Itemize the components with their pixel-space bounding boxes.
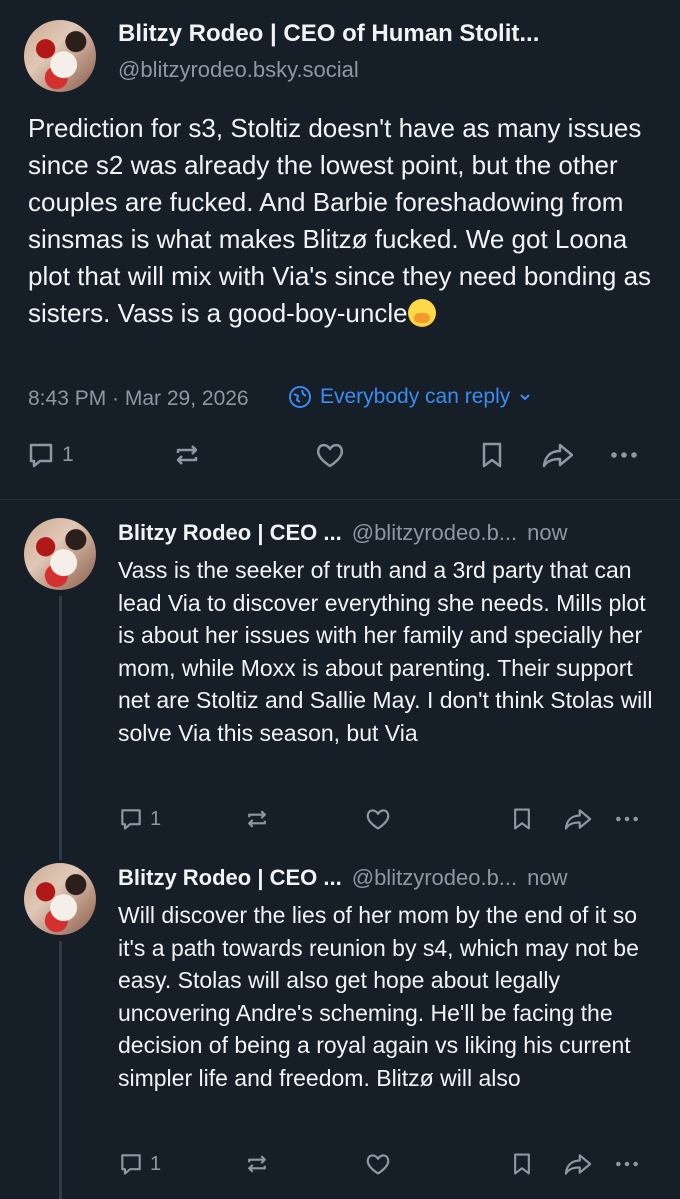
like-button[interactable]: [364, 806, 392, 832]
reply-time: now: [527, 865, 568, 890]
reply-text: Vass is the seeker of truth and a 3rd pa…: [118, 557, 653, 746]
post-actions: 1: [0, 440, 680, 480]
repost-button[interactable]: [244, 806, 270, 832]
bookmark-icon: [514, 1153, 530, 1175]
share-icon: [542, 443, 574, 468]
share-button[interactable]: [562, 806, 594, 832]
share-icon: [564, 1154, 592, 1175]
bookmark-icon: [482, 442, 502, 468]
more-options-button[interactable]: [612, 1151, 642, 1177]
reply-header: Blitzy Rodeo | CEO ... @blitzyrodeo.b... n…: [118, 520, 568, 546]
reply-count: 1: [150, 1152, 162, 1175]
reply-actions: 1: [0, 1151, 680, 1191]
reply-post: Blitzy Rodeo | CEO ... @blitzyrodeo.b... n…: [0, 518, 680, 860]
globe-icon: [289, 386, 311, 408]
repost-button[interactable]: [172, 440, 202, 470]
post-timestamp: 8:43 PM · Mar 29, 2026: [28, 387, 249, 410]
author-handle[interactable]: @blitzyrodeo.b...: [352, 520, 517, 545]
reply-button[interactable]: 1: [26, 440, 74, 470]
share-icon: [564, 809, 592, 830]
reply-icon: [121, 809, 141, 830]
more-options-button[interactable]: [612, 806, 642, 832]
bookmark-icon: [514, 808, 530, 830]
more-icon: [616, 1161, 638, 1167]
post-thread: Blitzy Rodeo | CEO of Human Stolit... @b…: [0, 0, 680, 1199]
bookmark-button[interactable]: [478, 440, 506, 470]
bookmark-button[interactable]: [510, 1151, 534, 1177]
avatar[interactable]: [24, 20, 96, 92]
heart-icon: [366, 809, 390, 830]
hand-over-mouth-emoji-icon: [407, 299, 436, 327]
reply-count: 1: [150, 807, 162, 830]
main-post: Blitzy Rodeo | CEO of Human Stolit... @b…: [0, 0, 680, 500]
author-name[interactable]: Blitzy Rodeo | CEO ...: [118, 520, 342, 545]
reply-actions: 1: [0, 806, 680, 846]
heart-icon: [316, 443, 344, 468]
reply-post: Blitzy Rodeo | CEO ... @blitzyrodeo.b... n…: [0, 863, 680, 1199]
reply-text: Will discover the lies of her mom by the…: [118, 902, 639, 1091]
repost-icon: [176, 445, 198, 465]
reply-setting-button[interactable]: Everybody can reply: [288, 385, 532, 409]
reply-button[interactable]: 1: [118, 1151, 161, 1177]
bookmark-button[interactable]: [510, 806, 534, 832]
more-options-button[interactable]: [608, 440, 640, 470]
reply-icon: [121, 1154, 141, 1175]
reply-header: Blitzy Rodeo | CEO ... @blitzyrodeo.b... n…: [118, 865, 568, 891]
more-icon: [616, 816, 638, 822]
reply-time: now: [527, 520, 568, 545]
author-handle[interactable]: @blitzyrodeo.b...: [352, 865, 517, 890]
repost-button[interactable]: [244, 1151, 270, 1177]
author-name[interactable]: Blitzy Rodeo | CEO of Human Stolit...: [118, 20, 539, 48]
more-icon: [611, 452, 637, 458]
reply-setting-label: Everybody can reply: [320, 385, 511, 408]
author-handle[interactable]: @blitzyrodeo.bsky.social: [118, 57, 359, 83]
repost-icon: [248, 810, 266, 828]
post-text: Prediction for s3, Stoltiz doesn't have …: [28, 110, 663, 332]
post-text-body: Prediction for s3, Stoltiz doesn't have …: [28, 113, 652, 328]
avatar[interactable]: [24, 863, 96, 935]
reply-button[interactable]: 1: [118, 806, 161, 832]
reply-count: 1: [62, 443, 74, 466]
like-button[interactable]: [314, 440, 346, 470]
avatar[interactable]: [24, 518, 96, 590]
repost-icon: [248, 1155, 266, 1173]
heart-icon: [366, 1154, 390, 1175]
like-button[interactable]: [364, 1151, 392, 1177]
author-name[interactable]: Blitzy Rodeo | CEO ...: [118, 865, 342, 890]
share-button[interactable]: [540, 440, 576, 470]
share-button[interactable]: [562, 1151, 594, 1177]
chevron-down-icon: [520, 394, 530, 401]
reply-icon: [29, 443, 53, 468]
